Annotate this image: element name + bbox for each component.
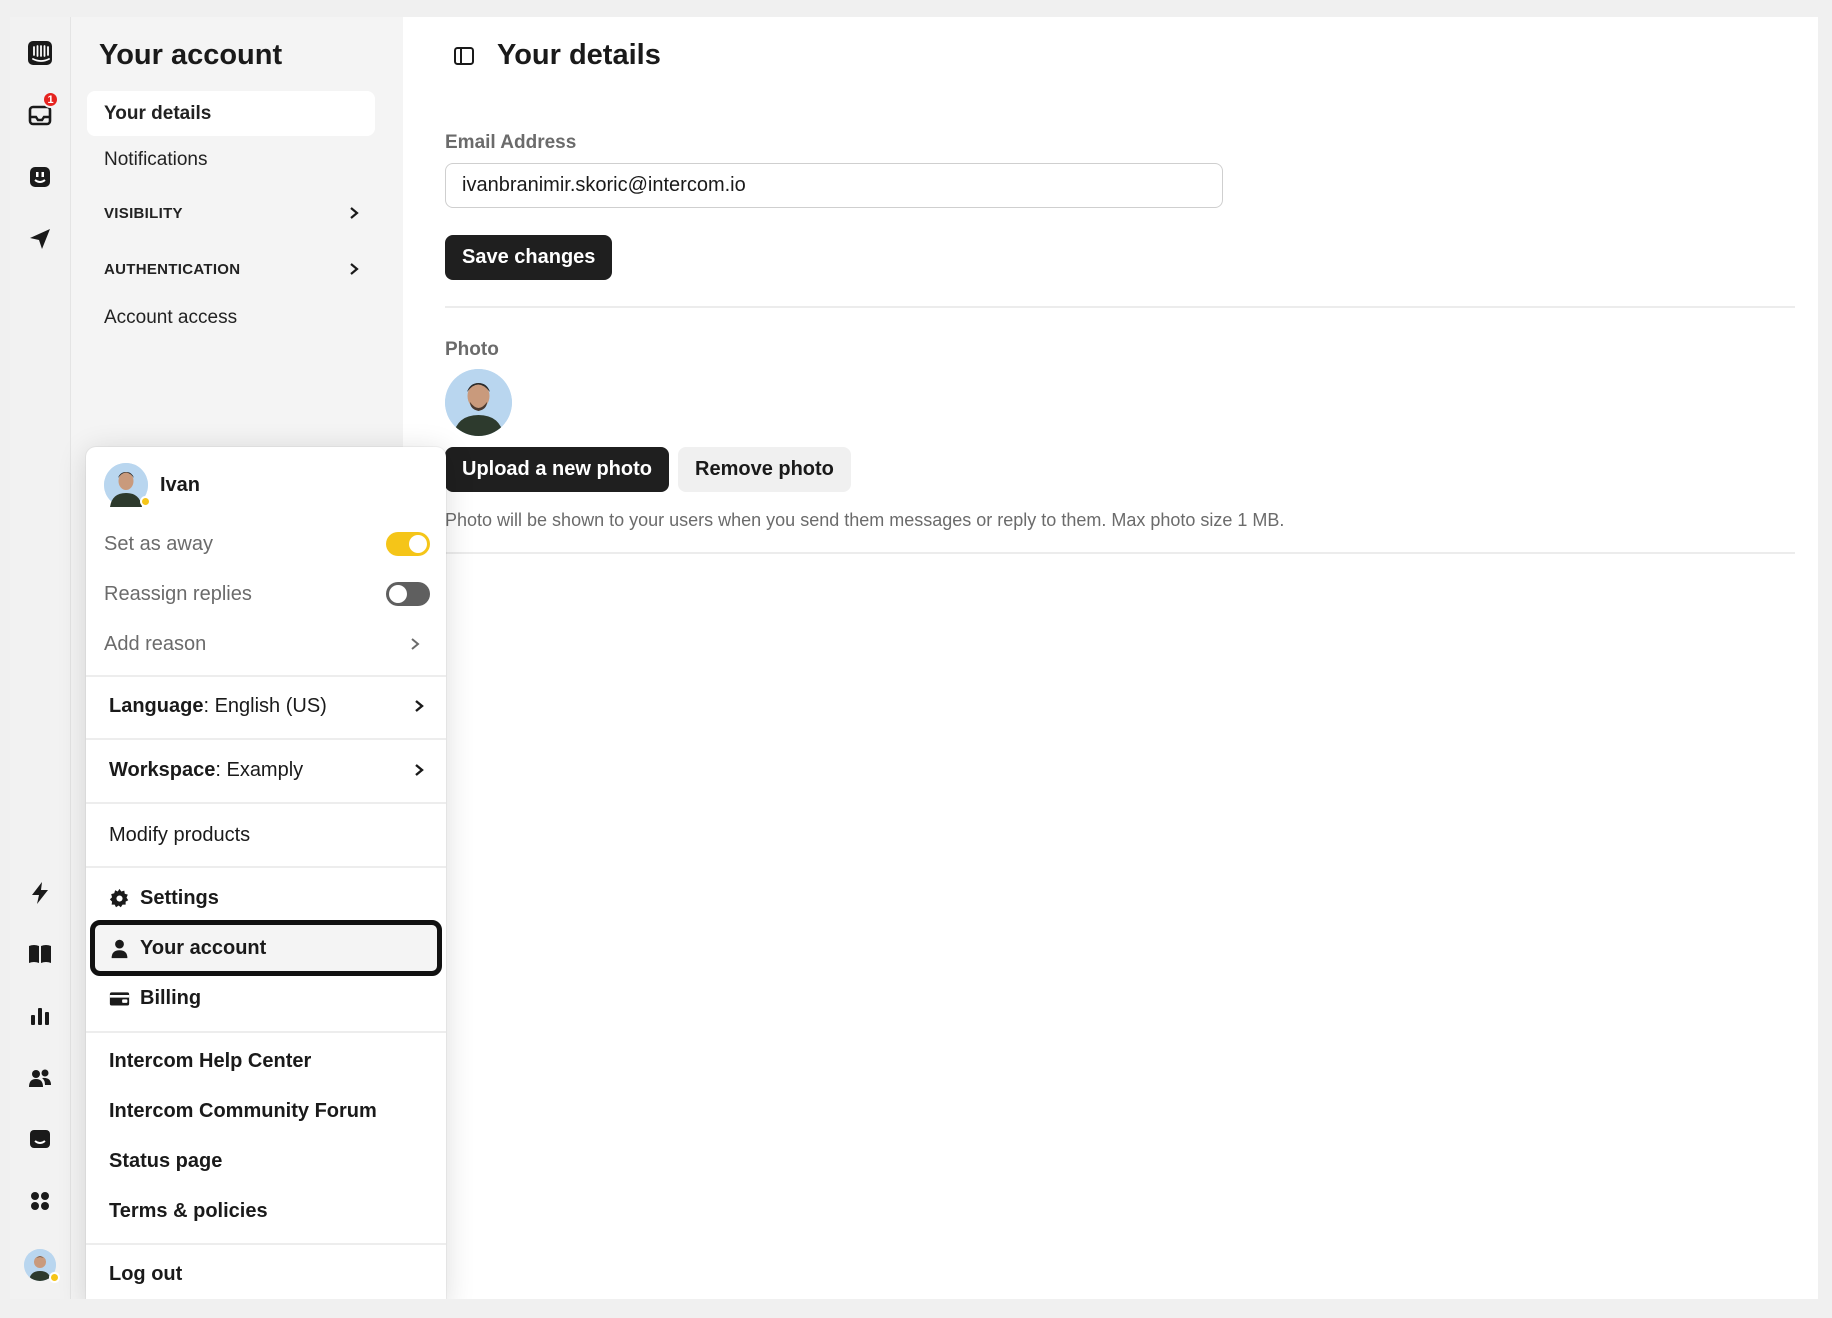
help-center-link[interactable]: Intercom Help Center [109, 1041, 426, 1081]
inbox-badge: 1 [42, 91, 59, 108]
outbound-icon[interactable] [24, 223, 56, 255]
avatar [104, 463, 151, 507]
settings-label: Settings [140, 886, 219, 909]
status-page-link[interactable]: Status page [109, 1141, 426, 1181]
knowledge-book-icon[interactable] [24, 938, 56, 970]
fin-icon[interactable] [24, 161, 56, 193]
your-account-label: Your account [140, 936, 267, 959]
sidebar-item-label: Notifications [104, 148, 208, 170]
logout-button[interactable]: Log out [109, 1254, 426, 1294]
your-account-menu-item[interactable]: Your account [109, 928, 426, 968]
billing-menu-item[interactable]: Billing [109, 978, 426, 1018]
menu-divider [86, 1031, 446, 1033]
add-reason-label: Add reason [104, 632, 207, 655]
photo-hint: Photo will be shown to your users when y… [445, 510, 1285, 530]
intercom-logo-icon[interactable] [24, 37, 56, 69]
wallet-icon [109, 991, 130, 1005]
community-forum-link[interactable]: Intercom Community Forum [109, 1091, 426, 1131]
workspace-key: Workspace [109, 758, 216, 781]
language-menu-item[interactable]: Language: English (US) [109, 686, 426, 726]
profile-photo [445, 369, 512, 436]
add-reason-row[interactable]: Add reason [104, 624, 430, 664]
reassign-replies-label: Reassign replies [104, 582, 252, 605]
contacts-icon[interactable] [24, 1062, 56, 1094]
remove-photo-button[interactable]: Remove photo [678, 447, 851, 492]
sidebar-toggle-icon[interactable] [453, 45, 475, 67]
sidebar-item-your-details[interactable]: Your details [87, 91, 375, 136]
account-menu: Ivan Set as away Reassign replies Add re… [86, 447, 446, 1299]
chevron-right-icon [415, 700, 424, 712]
user-avatar[interactable] [24, 1249, 60, 1283]
email-field[interactable] [445, 163, 1223, 208]
upload-photo-button[interactable]: Upload a new photo [445, 447, 669, 492]
chevron-right-icon [415, 764, 424, 776]
away-status-dot [140, 496, 151, 507]
reports-icon[interactable] [24, 1000, 56, 1032]
set-away-toggle[interactable] [386, 532, 430, 556]
language-value: : English (US) [203, 694, 327, 717]
billing-label: Billing [140, 986, 202, 1009]
sidebar-item-label: Account access [104, 306, 238, 328]
set-away-row[interactable]: Set as away [104, 524, 430, 564]
reassign-replies-toggle[interactable] [386, 582, 430, 606]
menu-divider [86, 1243, 446, 1245]
email-label: Email Address [445, 132, 577, 153]
inbox-icon[interactable]: 1 [24, 91, 59, 131]
menu-user-header: Ivan [104, 463, 200, 507]
sidebar-section-label: AUTHENTICATION [104, 260, 241, 278]
lightning-icon[interactable] [24, 877, 56, 909]
menu-user-name: Ivan [160, 473, 201, 496]
workspace-menu-item[interactable]: Workspace: Examply [109, 750, 426, 790]
set-away-label: Set as away [104, 532, 213, 555]
sidebar-item-account-access[interactable]: Account access [87, 295, 375, 340]
chevron-right-icon [411, 638, 420, 650]
icon-rail: 1 [10, 17, 71, 1299]
terms-policies-link[interactable]: Terms & policies [109, 1191, 426, 1231]
page-title: Your details [497, 39, 661, 71]
messenger-icon[interactable] [24, 1123, 56, 1155]
language-key: Language [109, 694, 204, 717]
gear-icon [109, 888, 129, 907]
person-icon [111, 939, 128, 958]
chevron-right-icon [350, 207, 359, 219]
main-header: Your details [453, 39, 661, 72]
sidebar-section-authentication[interactable]: AUTHENTICATION [87, 249, 375, 289]
menu-divider [86, 675, 446, 677]
main-panel: Your details Email Address Save changes … [403, 17, 1818, 1299]
save-changes-button[interactable]: Save changes [445, 235, 613, 280]
menu-divider [86, 802, 446, 804]
section-divider [445, 552, 1795, 554]
section-divider [445, 306, 1795, 308]
sidebar-title: Your account [99, 39, 283, 71]
sidebar-section-visibility[interactable]: VISIBILITY [87, 193, 375, 233]
away-status-dot [49, 1272, 60, 1283]
chevron-right-icon [350, 263, 359, 275]
sidebar-item-notifications[interactable]: Notifications [87, 137, 375, 182]
settings-menu-item[interactable]: Settings [109, 878, 426, 918]
sidebar-section-label: VISIBILITY [104, 204, 183, 222]
reassign-replies-row[interactable]: Reassign replies [104, 574, 430, 614]
workspace-value: : Examply [215, 758, 304, 781]
sidebar-item-label: Your details [104, 102, 212, 124]
app-window: 1 Your account Your details Notification… [10, 17, 1818, 1299]
modify-products-menu-item[interactable]: Modify products [109, 815, 426, 855]
menu-divider [86, 738, 446, 740]
menu-divider [86, 866, 446, 868]
apps-icon[interactable] [24, 1185, 56, 1217]
photo-label: Photo [445, 339, 499, 360]
